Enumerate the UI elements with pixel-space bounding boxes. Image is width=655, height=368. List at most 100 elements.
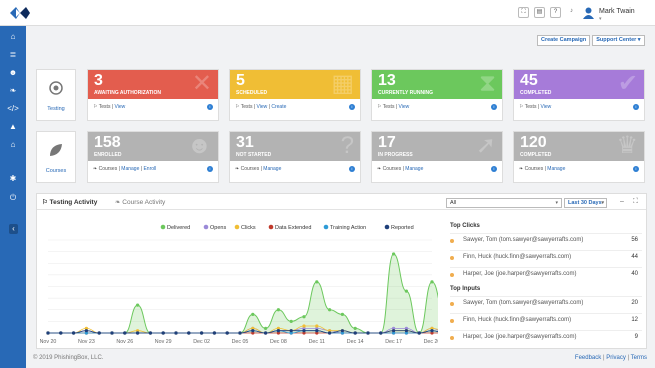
info-icon[interactable]: i [349,104,355,110]
date-range-select[interactable]: Last 30 Days ▾ [564,198,607,208]
chevron-down-icon[interactable]: ▾ [599,16,602,22]
list-item-name: Finn, Huck (huck.finn@sawyerrafts.com) [463,254,572,260]
list-item[interactable]: Finn, Huck (huck.finn@sawyerrafts.com) 12 [450,313,642,327]
bank-icon[interactable]: ⌂ [6,140,20,150]
clipboard-icon[interactable]: ▤ [534,7,545,18]
users-icon[interactable]: ☻ [6,68,20,78]
series-point [97,331,101,335]
list-item[interactable]: Harper, Joe (joe.harper@sawyerrafts.com)… [450,330,642,344]
series-point [264,331,268,335]
testing-card[interactable]: 3 AWAITING AUTHORIZATION ✕ ⚐ Tests | View i [87,69,219,121]
code-icon[interactable]: </> [6,104,20,114]
card-link-view[interactable]: View [541,104,552,110]
card-header: 45 COMPLETED ✔ [514,70,644,99]
expand-icon[interactable]: ⛶ [518,7,529,18]
x-tick-label: Dec 05 [232,339,249,345]
card-link-manage[interactable]: Manage [405,166,423,172]
info-icon[interactable]: i [207,104,213,110]
bell-icon[interactable]: ♪ [566,7,577,18]
card-link-view[interactable]: View [399,104,410,110]
courses-card[interactable]: 17 IN PROGRESS ➚ ❧ Courses | Manage i [371,131,503,183]
support-center-button[interactable]: Support Center ▾ [592,35,645,46]
legend-label: Delivered [167,225,190,231]
info-icon[interactable]: i [207,166,213,172]
testing-card[interactable]: 45 COMPLETED ✔ ⚐ Tests | View i [513,69,645,121]
bullet-icon [450,256,454,260]
filter-select[interactable]: All ▾ [446,198,562,208]
tab-course-activity[interactable]: ❧ Course Activity [115,198,165,209]
bullet-icon [450,273,454,277]
top-clicks-title: Top Clicks [450,223,480,229]
expand-panel-icon[interactable]: ⛶ [633,198,638,206]
card-links: ⚐ Tests | View [377,104,410,110]
card-link-manage[interactable]: Manage [263,166,281,172]
series-point [200,331,204,335]
series-point [110,331,114,335]
x-tick-label: Dec 08 [270,339,287,345]
card-caption: COMPLETED [520,90,552,96]
logo[interactable] [0,0,40,26]
chart-icon[interactable]: ▲ [6,122,20,132]
courses-card[interactable]: 120 COMPLETED ♛ ❧ Courses | Manage i [513,131,645,183]
bullet-icon [450,336,454,340]
info-icon[interactable]: i [633,166,639,172]
create-campaign-button[interactable]: Create Campaign [537,35,591,46]
legend-label: Clicks [241,225,256,231]
list-item[interactable]: Finn, Huck (huck.finn@sawyerrafts.com) 44 [450,250,642,264]
terms-link[interactable]: Terms [631,355,647,361]
leaf-icon[interactable]: ❧ [6,86,20,96]
filter-value: All [450,200,457,206]
list-item[interactable]: Sawyer, Tom (tom.sawyer@sawyerrafts.com)… [450,296,642,310]
card-links: ❧ Courses | Manage | Enroll [93,166,157,172]
series-point [136,303,140,307]
info-icon[interactable]: i [349,166,355,172]
info-icon[interactable]: i [491,166,497,172]
card-number: 13 [378,72,396,89]
card-link-enroll[interactable]: Enroll [143,166,156,172]
courses-card[interactable]: 31 NOT STARTED? ❧ Courses | Manage i [229,131,361,183]
layers-icon[interactable]: ≣ [6,50,20,60]
card-link-manage[interactable]: Manage [121,166,139,172]
card-link-manage[interactable]: Manage [547,166,565,172]
privacy-link[interactable]: Privacy [606,355,626,361]
series-point [264,326,268,330]
card-number: 45 [520,72,538,89]
series-point [59,331,63,335]
info-icon[interactable]: i [491,104,497,110]
series-point [315,324,319,328]
help-icon[interactable]: ? [550,7,561,18]
user-name[interactable]: Mark Twain [599,8,635,15]
arrow-left-icon[interactable]: ‹ [9,224,18,234]
sidebar: ⌂ ≣ ☻ ❧ </> ▲ ⌂ ✱ ⏻ ‹ [0,26,26,368]
series-point [238,331,242,335]
card-link-create[interactable]: Create [271,104,286,110]
card-link-view[interactable]: View [257,104,268,110]
list-item[interactable]: Harper, Joe (joe.harper@sawyerrafts.com)… [450,267,642,281]
series-point [84,329,88,333]
x-tick-label: Nov 20 [40,339,57,345]
power-icon[interactable]: ⏻ [6,193,20,203]
feedback-link[interactable]: Feedback [575,355,601,361]
series-point [340,312,344,316]
testing-card[interactable]: 5 SCHEDULED ▦ ⚐ Tests | View | Create i [229,69,361,121]
testing-card[interactable]: 13 CURRENTLY RUNNING ⧗ ⚐ Tests | View i [371,69,503,121]
courses-card[interactable]: 158 ENROLLED ☻ ❧ Courses | Manage | Enroll i [87,131,219,183]
x-tick-label: Dec 20 [424,339,438,345]
series-point [353,326,357,330]
testing-row-label[interactable]: Testing [36,69,76,121]
settings-icon[interactable]: ✱ [6,174,20,184]
list-item[interactable]: Sawyer, Tom (tom.sawyer@sawyerrafts.com)… [450,233,642,247]
minimize-icon[interactable]: – [620,198,624,205]
tab-divider [37,209,646,210]
card-link-view[interactable]: View [115,104,126,110]
series-point [404,289,408,293]
courses-row-label[interactable]: Courses [36,131,76,183]
home-icon[interactable]: ⌂ [6,32,20,42]
tab-testing-activity[interactable]: ⚐ Testing Activity [42,198,97,209]
info-icon[interactable]: i [633,104,639,110]
card-number: 31 [236,134,254,151]
card-links: ❧ Courses | Manage [519,166,566,172]
avatar[interactable] [583,7,594,19]
card-category: Tests [98,104,111,110]
card-watermark-icon: ▦ [331,70,354,97]
